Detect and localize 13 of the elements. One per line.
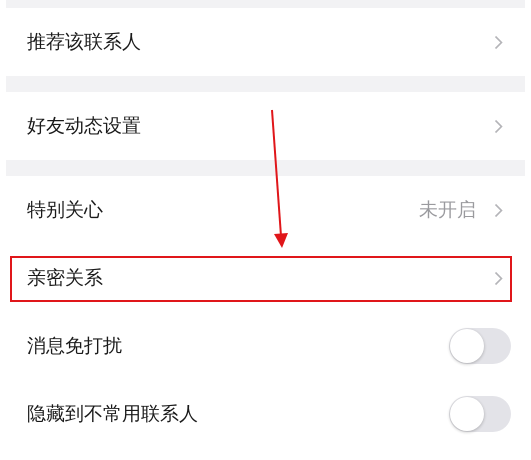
chevron-icon[interactable] xyxy=(494,34,503,50)
chevron-icon[interactable] xyxy=(494,270,503,286)
row-label: 特别关心 xyxy=(27,198,104,223)
row-value: 未开启 xyxy=(419,198,476,223)
chevron-icon[interactable] xyxy=(494,202,503,218)
row-label: 亲密关系 xyxy=(27,266,104,291)
chevron-icon[interactable] xyxy=(494,118,503,134)
row-label: 隐藏到不常用联系人 xyxy=(27,402,199,427)
row-label: 推荐该联系人 xyxy=(27,30,142,55)
toggle-switch[interactable] xyxy=(449,328,511,364)
row-label: 好友动态设置 xyxy=(27,114,142,139)
row-label: 消息免打扰 xyxy=(27,334,123,359)
toggle-switch[interactable] xyxy=(449,396,511,432)
